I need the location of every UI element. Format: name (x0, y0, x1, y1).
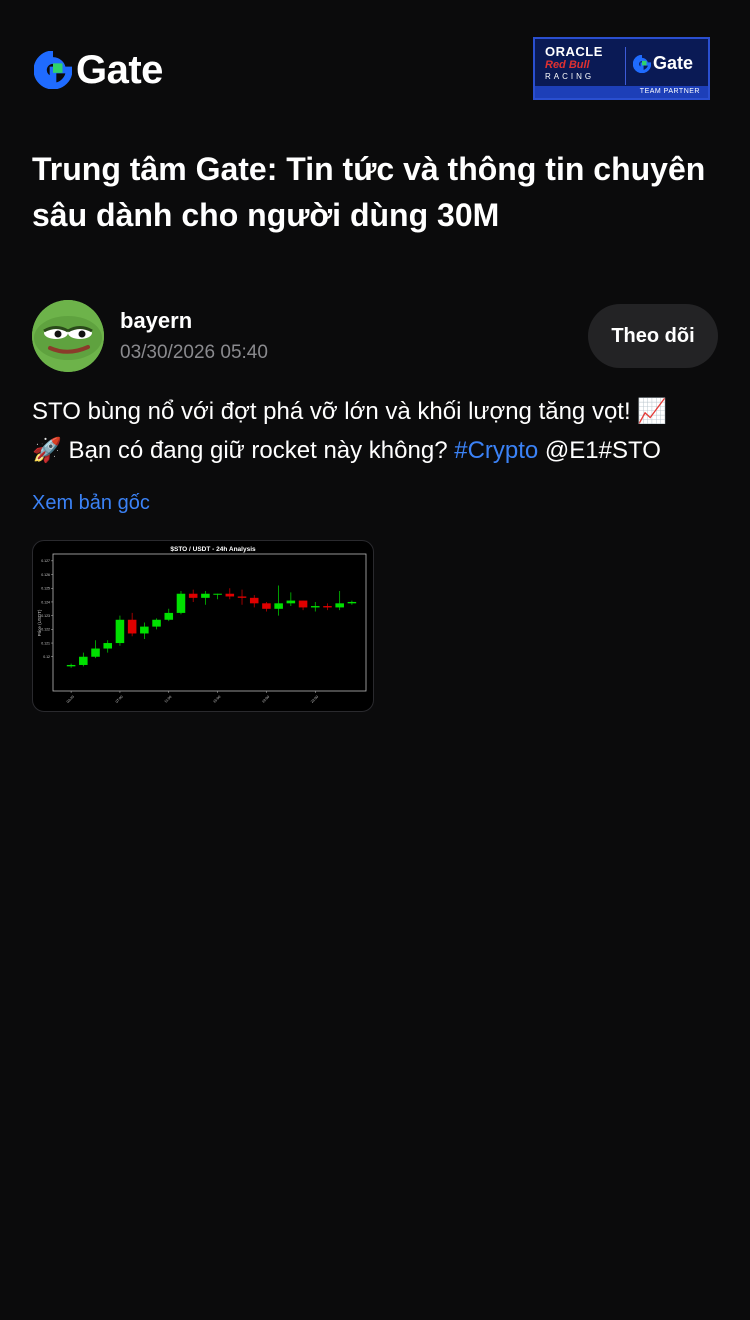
candle (237, 589, 247, 605)
avatar[interactable] (32, 300, 104, 372)
x-tick-label: 07:00 (115, 695, 124, 704)
pepe-avatar-icon (32, 300, 104, 372)
post-text-part3: @E1#STO (538, 437, 661, 464)
post-timestamp: 03/30/2026 05:40 (120, 342, 268, 363)
candle-body (213, 593, 222, 595)
candle (310, 601, 320, 612)
candle-body (323, 606, 332, 608)
candle (262, 601, 271, 612)
candle (249, 595, 259, 608)
candle-body (286, 600, 296, 604)
partner-divider (625, 47, 626, 85)
chart-title: $STO / USDT - 24h Analysis (170, 546, 256, 553)
candle-body (127, 619, 137, 634)
candle (176, 590, 186, 615)
view-original-link[interactable]: Xem bản gốc (32, 492, 150, 515)
candle-body (91, 648, 100, 657)
gate-logo-icon (34, 51, 72, 89)
x-tick-label: 19:00 (261, 695, 270, 704)
candle-body (310, 606, 320, 608)
racing-wordmark: RACING (545, 72, 595, 81)
candle (79, 652, 88, 667)
candle (115, 615, 125, 646)
candle-body (347, 601, 357, 604)
y-tick-label: 0.124 (41, 600, 50, 604)
candle-body (79, 656, 88, 665)
candle-body (188, 593, 198, 598)
page-title: Trung tâm Gate: Tin tức và thông tin chu… (32, 151, 706, 233)
candle (164, 608, 174, 622)
x-tick-label: 15:00 (212, 695, 221, 704)
x-tick-label: 23:00 (310, 695, 319, 704)
oracle-wordmark: ORACLE (545, 44, 603, 59)
rocket-icon: 🚀 (32, 436, 62, 464)
team-partner-label: TEAM PARTNER (639, 88, 700, 95)
candle (323, 603, 332, 611)
candle (103, 640, 113, 653)
y-tick-label: 0.127 (41, 559, 50, 563)
x-tick-label: 11:00 (164, 695, 173, 704)
candle-body (262, 603, 271, 609)
candle-body (201, 593, 210, 598)
candle (298, 600, 308, 611)
y-tick-label: 0.123 (41, 614, 50, 618)
partner-gate-text: Gate (653, 53, 694, 73)
candle (152, 618, 161, 630)
candle (66, 663, 76, 668)
candle-body (152, 619, 161, 627)
plot-frame (52, 553, 367, 692)
candle (274, 585, 283, 616)
author-name[interactable]: bayern (120, 308, 192, 334)
candle-body (115, 619, 125, 644)
post-text-part1: STO bùng nổ với đợt phá vỡ lớn và khối l… (32, 398, 638, 425)
candle (347, 600, 357, 605)
gate-logo-icon (633, 54, 651, 73)
candle (201, 590, 210, 605)
redbull-wordmark: Red Bull (545, 59, 590, 71)
candle (188, 589, 198, 602)
candle (91, 640, 100, 659)
candle-body (176, 593, 186, 613)
post-body: STO bùng nổ với đợt phá vỡ lớn và khối l… (32, 392, 722, 470)
candle-body (140, 626, 149, 634)
x-tick-label: 03-29 (66, 695, 75, 704)
candle-body (164, 612, 174, 620)
y-tick-label: 0.126 (41, 573, 50, 577)
candle-body (66, 664, 76, 667)
partner-gate-logo: Gate (633, 53, 693, 74)
y-tick-label: 0.12 (43, 655, 50, 659)
candlestick-chart: $STO / USDT - 24h Analysis Price (USDT) … (37, 546, 367, 704)
post-chart-image[interactable]: $STO / USDT - 24h Analysis Price (USDT) … (32, 540, 374, 712)
candle-body (274, 603, 283, 609)
candle-body (225, 593, 235, 597)
candle-body (249, 597, 259, 604)
post-text-part2: Bạn có đang giữ rocket này không? (61, 437, 455, 464)
candle (213, 593, 222, 600)
candle (225, 588, 235, 600)
candle-body (103, 643, 113, 649)
y-tick-label: 0.122 (41, 628, 50, 632)
candle-body (298, 600, 308, 608)
candle-body (335, 603, 344, 608)
candle-body (237, 596, 247, 598)
candle (140, 622, 149, 639)
candle (286, 592, 296, 607)
y-tick-label: 0.125 (41, 587, 50, 591)
hashtag-link[interactable]: #Crypto (454, 437, 538, 464)
brand-name: Gate (76, 48, 163, 92)
chart-increasing-icon: 📈 (637, 397, 668, 425)
candle (127, 612, 137, 637)
team-partner-badge: ORACLE Red Bull RACING Gate TEAM PARTNER (533, 37, 710, 100)
candle (335, 590, 344, 611)
follow-button[interactable]: Theo dõi (588, 304, 718, 368)
y-tick-label: 0.121 (41, 641, 50, 645)
article-page: Gate ORACLE Red Bull RACING Gate TEAM PA… (0, 0, 750, 1320)
gate-logo[interactable]: Gate (34, 50, 163, 90)
